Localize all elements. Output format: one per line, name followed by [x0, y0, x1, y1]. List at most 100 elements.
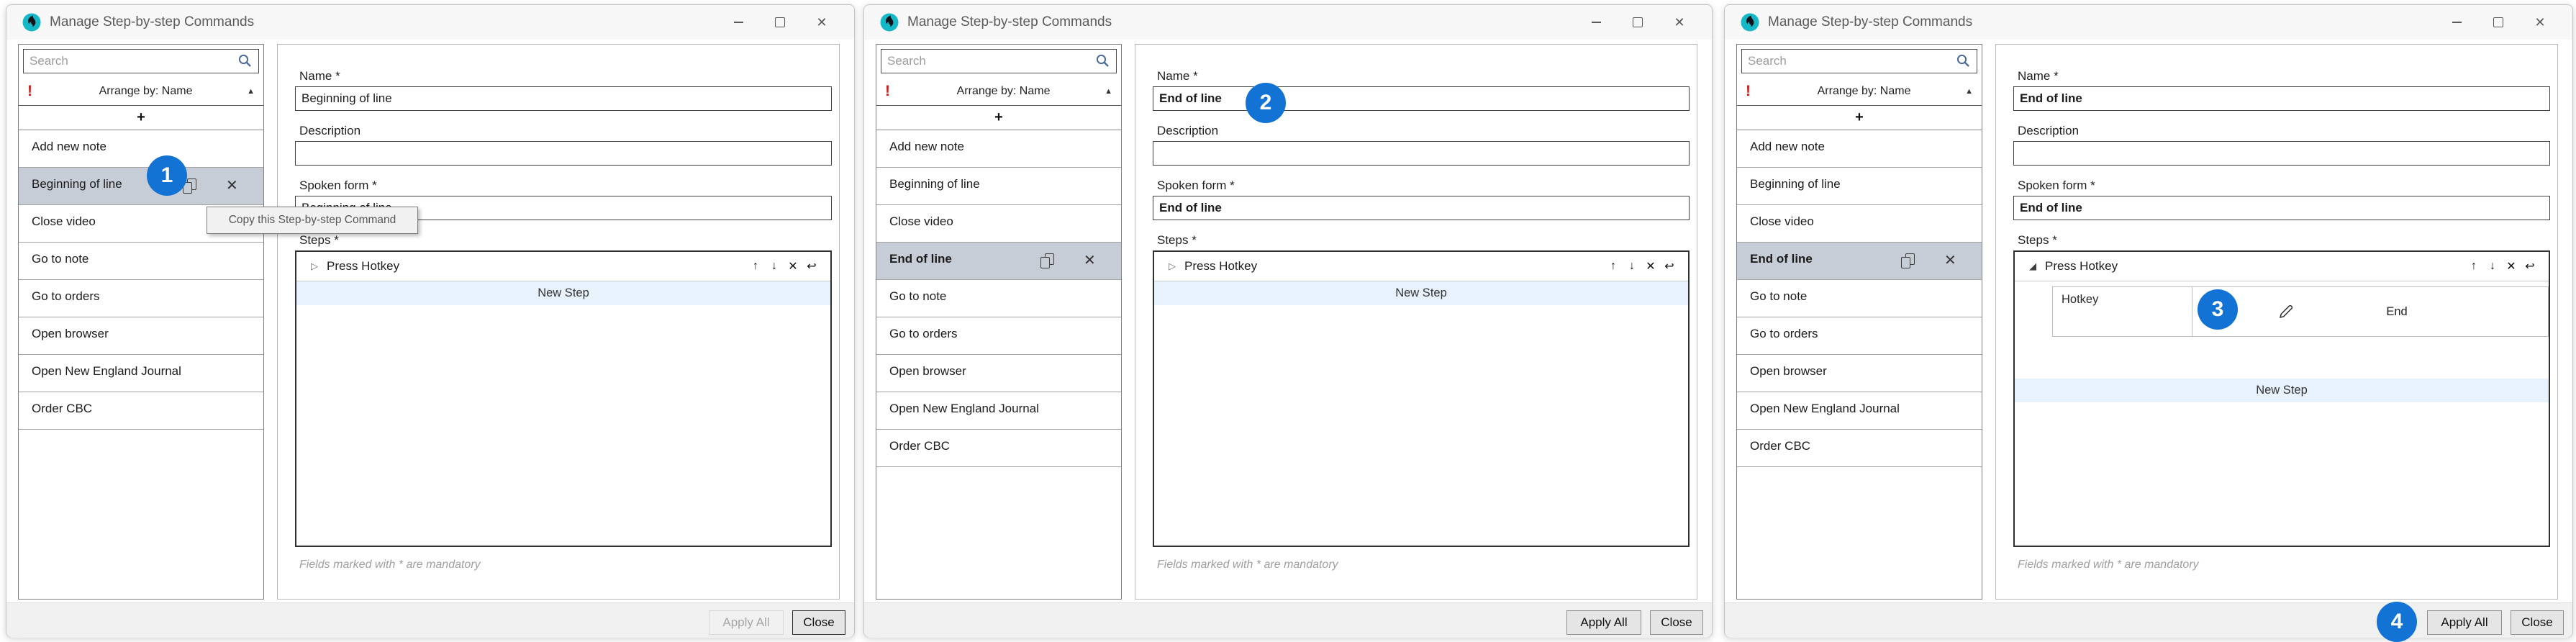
hotkey-value: End: [2361, 287, 2433, 336]
maximize-icon[interactable]: [1617, 5, 1659, 40]
command-list-item[interactable]: Beginning of line: [1737, 168, 1982, 205]
delete-step-icon[interactable]: ✕: [787, 259, 799, 273]
expander-collapsed-icon[interactable]: ▷: [311, 261, 322, 272]
expander-collapsed-icon[interactable]: ▷: [1169, 261, 1180, 272]
name-input[interactable]: Beginning of line: [295, 86, 832, 111]
close-button[interactable]: Close: [1650, 610, 1703, 635]
add-command-button[interactable]: +: [19, 106, 263, 130]
arrange-bar[interactable]: ! Arrange by: Name ▲: [876, 78, 1121, 106]
command-list-item[interactable]: Go to note: [1737, 280, 1982, 317]
command-list-item[interactable]: Beginning of line✕: [19, 168, 263, 205]
arrange-label: Arrange by: Name: [45, 85, 247, 98]
command-list-item[interactable]: Close video: [876, 205, 1121, 243]
command-list-item[interactable]: Go to note: [876, 280, 1121, 317]
callout-2: 2: [1246, 83, 1286, 123]
command-label: Go to orders: [32, 289, 100, 303]
command-list-item[interactable]: Open browser: [19, 317, 263, 355]
command-list-item[interactable]: Open browser: [1737, 355, 1982, 392]
arrange-bar[interactable]: ! Arrange by: Name ▲: [19, 78, 263, 106]
copy-command-icon[interactable]: [1040, 253, 1055, 269]
description-input[interactable]: [1153, 141, 1690, 166]
delete-command-icon[interactable]: ✕: [1084, 251, 1096, 269]
undo-step-icon[interactable]: ↩: [806, 259, 817, 273]
apply-all-button[interactable]: Apply All: [1566, 610, 1641, 635]
arrange-bar[interactable]: ! Arrange by: Name ▲: [1737, 78, 1982, 106]
new-step-row[interactable]: New Step: [1154, 281, 1688, 305]
command-list-item[interactable]: Go to orders: [19, 280, 263, 317]
apply-all-button[interactable]: Apply All: [709, 610, 784, 635]
move-step-up-icon[interactable]: ↑: [2468, 260, 2480, 273]
command-list-item[interactable]: Close video: [1737, 205, 1982, 243]
command-list-item[interactable]: Add new note: [1737, 130, 1982, 168]
command-list-item[interactable]: End of line✕: [876, 243, 1121, 280]
expander-expanded-icon[interactable]: ◢: [2029, 261, 2041, 272]
command-list-item[interactable]: Add new note: [876, 130, 1121, 168]
name-input[interactable]: End of line: [2013, 86, 2550, 111]
command-label: Close video: [889, 214, 953, 228]
close-button[interactable]: Close: [792, 610, 845, 635]
add-command-button[interactable]: +: [876, 106, 1121, 130]
undo-step-icon[interactable]: ↩: [1664, 259, 1675, 273]
new-step-row[interactable]: New Step: [296, 281, 830, 305]
minimize-icon[interactable]: [2436, 5, 2477, 40]
sort-ascending-icon[interactable]: ▲: [247, 87, 255, 96]
edit-hotkey-icon[interactable]: [2277, 303, 2295, 320]
command-list-item[interactable]: Go to note: [19, 243, 263, 280]
move-step-up-icon[interactable]: ↑: [750, 260, 761, 273]
titlebar[interactable]: Manage Step-by-step Commands ✕: [1725, 5, 2572, 40]
spoken-form-input[interactable]: End of line: [1153, 196, 1690, 220]
name-input[interactable]: End of line: [1153, 86, 1690, 111]
close-icon[interactable]: ✕: [1659, 5, 1700, 40]
search-input[interactable]: [1742, 50, 1977, 73]
step-item-press-hotkey[interactable]: ▷ Press Hotkey ↑ ↓ ✕ ↩: [296, 252, 830, 281]
close-icon[interactable]: ✕: [2519, 5, 2561, 40]
command-list-item[interactable]: Open New England Journal: [19, 355, 263, 392]
undo-step-icon[interactable]: ↩: [2524, 259, 2536, 273]
spoken-form-input[interactable]: End of line: [2013, 196, 2550, 220]
command-list-item[interactable]: Go to orders: [876, 317, 1121, 355]
move-step-down-icon[interactable]: ↓: [2487, 260, 2498, 273]
search-input[interactable]: [24, 50, 258, 73]
titlebar[interactable]: Manage Step-by-step Commands ✕: [864, 5, 1712, 40]
command-list-item[interactable]: Order CBC: [876, 430, 1121, 467]
sort-ascending-icon[interactable]: ▲: [1105, 87, 1112, 96]
maximize-icon[interactable]: [759, 5, 801, 40]
minimize-icon[interactable]: [1575, 5, 1617, 40]
close-button[interactable]: Close: [2511, 610, 2564, 635]
command-list-item[interactable]: Open New England Journal: [876, 392, 1121, 430]
delete-step-icon[interactable]: ✕: [2505, 259, 2517, 273]
search-input[interactable]: [881, 50, 1116, 73]
maximize-icon[interactable]: [2477, 5, 2519, 40]
steps-label: Steps *: [2018, 233, 2057, 248]
command-list-item[interactable]: Open browser: [876, 355, 1121, 392]
delete-command-icon[interactable]: ✕: [226, 176, 238, 194]
move-step-down-icon[interactable]: ↓: [768, 260, 780, 273]
description-input[interactable]: [295, 141, 832, 166]
delete-command-icon[interactable]: ✕: [1944, 251, 1956, 269]
search-box[interactable]: [881, 49, 1117, 73]
command-list-item[interactable]: Beginning of line: [876, 168, 1121, 205]
command-list-item[interactable]: Order CBC: [19, 392, 263, 430]
search-box[interactable]: [1741, 49, 1977, 73]
description-input[interactable]: [2013, 141, 2550, 166]
move-step-up-icon[interactable]: ↑: [1607, 260, 1619, 273]
dialog-window-2: Manage Step-by-step Commands ✕ ! Arrange…: [863, 4, 1713, 638]
copy-command-icon[interactable]: [1901, 253, 1915, 269]
command-list-item[interactable]: Order CBC: [1737, 430, 1982, 467]
sort-ascending-icon[interactable]: ▲: [1965, 87, 1973, 96]
minimize-icon[interactable]: [717, 5, 759, 40]
close-icon[interactable]: ✕: [801, 5, 843, 40]
add-command-button[interactable]: +: [1737, 106, 1982, 130]
titlebar[interactable]: Manage Step-by-step Commands ✕: [6, 5, 854, 40]
step-item-press-hotkey[interactable]: ▷ Press Hotkey ↑ ↓ ✕ ↩: [1154, 252, 1688, 281]
apply-all-button[interactable]: Apply All: [2427, 610, 2502, 635]
search-box[interactable]: [23, 49, 259, 73]
move-step-down-icon[interactable]: ↓: [1626, 260, 1638, 273]
command-list-item[interactable]: Add new note: [19, 130, 263, 168]
command-list-item[interactable]: Go to orders: [1737, 317, 1982, 355]
step-item-press-hotkey[interactable]: ◢ Press Hotkey ↑ ↓ ✕ ↩: [2015, 252, 2549, 281]
delete-step-icon[interactable]: ✕: [1645, 259, 1656, 273]
command-list-item[interactable]: End of line✕: [1737, 243, 1982, 280]
command-list-item[interactable]: Open New England Journal: [1737, 392, 1982, 430]
new-step-row[interactable]: New Step: [2015, 379, 2549, 402]
